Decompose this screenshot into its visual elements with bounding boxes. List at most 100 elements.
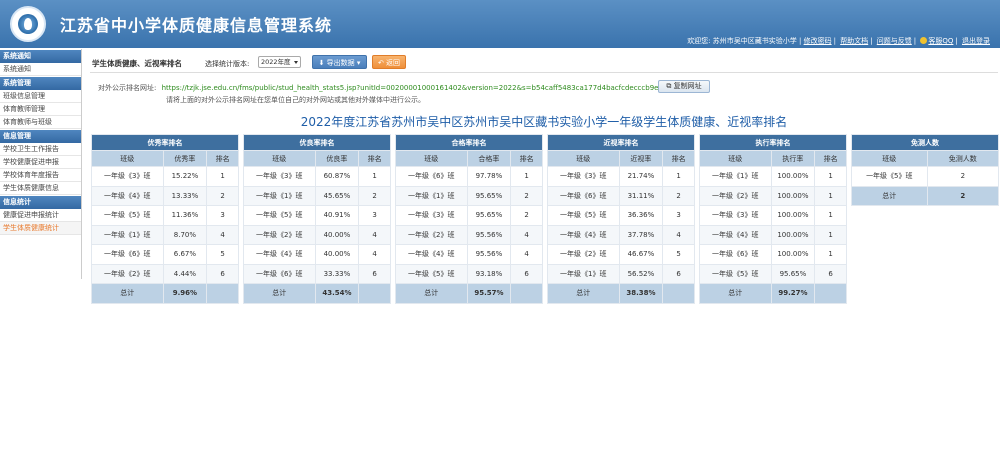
table-row: 一年级《2》班 100.00% 1 xyxy=(699,185,847,206)
class-cell: 一年级《6》班 xyxy=(91,244,164,265)
table-title: 执行率排名 xyxy=(699,134,847,151)
rank-cell: 5 xyxy=(206,244,239,265)
class-cell: 一年级《3》班 xyxy=(699,205,772,226)
table-row: 一年级《2》班 40.00% 4 xyxy=(243,224,391,245)
table-row: 一年级《3》班 21.74% 1 xyxy=(547,166,695,187)
class-cell: 一年级《1》班 xyxy=(91,224,164,245)
column-header: 班级 xyxy=(547,150,620,167)
table-row: 一年级《4》班 13.33% 2 xyxy=(91,185,239,206)
total-empty xyxy=(814,283,847,304)
sidebar-item-pe-annual[interactable]: 学校体育年度报告 xyxy=(0,169,81,182)
column-header: 执行率 xyxy=(770,150,816,167)
sidebar-item-health-report[interactable]: 学校卫生工作报告 xyxy=(0,143,81,156)
sidebar-group-system[interactable]: 系统管理 xyxy=(0,77,81,90)
table-row: 一年级《5》班 36.36% 3 xyxy=(547,205,695,226)
chevron-down-icon xyxy=(294,61,298,64)
export-data-button[interactable]: ⬇ 导出数据 ▾ xyxy=(312,55,367,69)
table-row: 一年级《2》班 95.56% 4 xyxy=(395,224,543,245)
total-empty xyxy=(662,283,695,304)
sidebar-item-promotion-stats[interactable]: 健康促进申报统计 xyxy=(0,209,81,222)
table-row: 一年级《4》班 95.56% 4 xyxy=(395,244,543,265)
class-cell: 一年级《3》班 xyxy=(395,205,468,226)
column-header: 班级 xyxy=(851,150,928,167)
class-cell: 一年级《4》班 xyxy=(547,224,620,245)
rank-cell: 4 xyxy=(510,224,543,245)
sidebar-item-class-info[interactable]: 班级信息管理 xyxy=(0,90,81,103)
table-row: 一年级《6》班 100.00% 1 xyxy=(699,244,847,265)
class-cell: 一年级《3》班 xyxy=(547,166,620,187)
table-row: 一年级《5》班 95.65% 6 xyxy=(699,263,847,284)
table-row: 一年级《6》班 6.67% 5 xyxy=(91,244,239,265)
class-cell: 一年级《1》班 xyxy=(699,166,772,187)
sidebar-item-notice[interactable]: 系统通知 xyxy=(0,63,81,76)
class-cell: 一年级《2》班 xyxy=(547,244,620,265)
table-row: 一年级《5》班 40.91% 3 xyxy=(243,205,391,226)
rank-cell: 2 xyxy=(358,185,391,206)
rank-cell: 1 xyxy=(662,166,695,187)
help-docs-link[interactable]: 帮助文档 xyxy=(840,37,868,45)
back-button[interactable]: ↶ 返回 xyxy=(372,55,406,69)
share-hint: 请将上面的对外公示排名网址在您单位自己的对外网站或其他对外媒体中进行公示。 xyxy=(166,96,425,104)
rate-cell: 56.52% xyxy=(618,263,664,284)
rank-cell: 4 xyxy=(662,224,695,245)
total-value: 38.38% xyxy=(618,283,664,304)
rank-cell: 1 xyxy=(814,185,847,206)
feedback-link[interactable]: 问题与反馈 xyxy=(877,37,912,45)
rank-cell: 6 xyxy=(662,263,695,284)
class-cell: 一年级《2》班 xyxy=(243,224,316,245)
rank-cell: 1 xyxy=(814,224,847,245)
table-row: 一年级《6》班 33.33% 6 xyxy=(243,263,391,284)
rate-cell: 100.00% xyxy=(770,224,816,245)
caret-down-icon: ▾ xyxy=(356,59,361,67)
class-cell: 一年级《1》班 xyxy=(243,185,316,206)
table-row: 一年级《3》班 100.00% 1 xyxy=(699,205,847,226)
rate-cell: 100.00% xyxy=(770,166,816,187)
total-label: 总计 xyxy=(699,283,772,304)
table-row: 一年级《2》班 4.44% 6 xyxy=(91,263,239,284)
sidebar-item-health-stats[interactable]: 学生体质健康统计 xyxy=(0,222,81,235)
execution-rate-table: 执行率排名 班级 执行率 排名 一年级《1》班 100.00% 1 一年级《2》班 1… xyxy=(699,134,847,304)
total-empty xyxy=(206,283,239,304)
total-label: 总计 xyxy=(851,185,928,206)
column-header: 排名 xyxy=(510,150,543,167)
copy-url-button[interactable]: ⧉ 复制网址 xyxy=(658,80,710,93)
table-title: 合格率排名 xyxy=(395,134,543,151)
rank-cell: 1 xyxy=(814,205,847,226)
class-cell: 一年级《4》班 xyxy=(395,244,468,265)
column-header: 优秀率 xyxy=(162,150,208,167)
export-data-label: 导出数据 xyxy=(326,59,355,67)
sidebar: 系统通知 系统通知 系统管理 班级信息管理 体育教师管理 体育教师与班级 信息管… xyxy=(0,49,82,279)
logout-link[interactable]: 退出登录 xyxy=(962,37,990,45)
rate-cell: 15.22% xyxy=(162,166,208,187)
copy-icon: ⧉ xyxy=(666,82,672,90)
total-empty xyxy=(358,283,391,304)
table-row: 一年级《3》班 95.65% 2 xyxy=(395,205,543,226)
rate-cell: 37.78% xyxy=(618,224,664,245)
qq-support-link[interactable]: 客服QQ xyxy=(928,37,953,45)
share-url[interactable]: https://tzjk.jse.edu.cn/fms/public/stud_… xyxy=(162,84,663,92)
sidebar-item-student-health[interactable]: 学生体质健康信息 xyxy=(0,182,81,195)
table-row: 一年级《1》班 95.65% 2 xyxy=(395,185,543,206)
rate-cell: 93.18% xyxy=(466,263,512,284)
column-header: 排名 xyxy=(206,150,239,167)
total-row: 总计 43.54% xyxy=(243,283,391,304)
rate-cell: 6.67% xyxy=(162,244,208,265)
version-select[interactable]: 2022年度 xyxy=(258,56,301,68)
ranking-tables: 优秀率排名 班级 优秀率 排名 一年级《3》班 15.22% 1 一年级《4》班 13… xyxy=(91,134,1000,306)
total-row: 总计 2 xyxy=(851,185,1000,206)
column-header: 班级 xyxy=(243,150,316,167)
rate-cell: 95.56% xyxy=(466,224,512,245)
rank-cell: 6 xyxy=(206,263,239,284)
sidebar-item-pe-teachers[interactable]: 体育教师管理 xyxy=(0,103,81,116)
sidebar-item-health-promotion[interactable]: 学校健康促进申报 xyxy=(0,156,81,169)
rate-cell: 13.33% xyxy=(162,185,208,206)
sidebar-group-info[interactable]: 信息管理 xyxy=(0,130,81,143)
change-password-link[interactable]: 修改密码 xyxy=(804,37,832,45)
sidebar-group-notice[interactable]: 系统通知 xyxy=(0,50,81,63)
total-value: 95.57% xyxy=(466,283,512,304)
sidebar-group-stats[interactable]: 信息统计 xyxy=(0,196,81,209)
user-bar: 欢迎您: 苏州市吴中区藏书实验小学 | 修改密码 | 帮助文档 | 问题与反馈 | 客… xyxy=(687,37,990,45)
table-title: 优良率排名 xyxy=(243,134,391,151)
sidebar-item-teacher-class[interactable]: 体育教师与班级 xyxy=(0,116,81,129)
rate-cell: 100.00% xyxy=(770,244,816,265)
